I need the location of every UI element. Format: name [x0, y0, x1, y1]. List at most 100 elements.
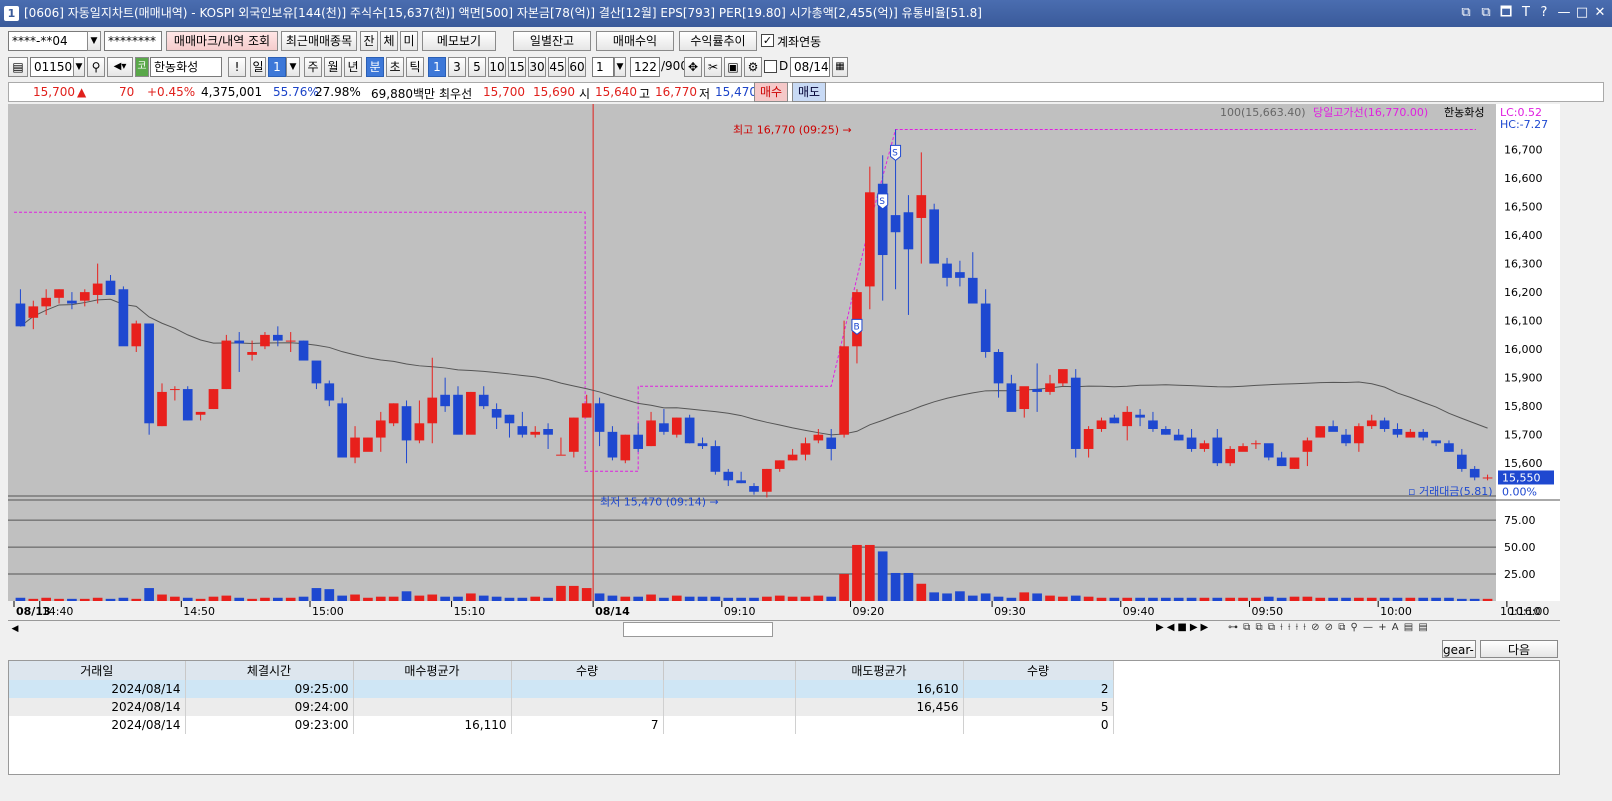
stock-name-label: 한농화성 [1444, 106, 1484, 119]
restore-icon[interactable]: ⧉ [1458, 5, 1474, 21]
interval-45[interactable]: 45 [548, 57, 566, 77]
scroll-thumb[interactable] [623, 622, 773, 637]
balance-button[interactable]: 잔 [360, 31, 378, 51]
trade-profit-button[interactable]: 매매수익 [596, 31, 674, 51]
volume-bar [1469, 598, 1480, 601]
volume-bar [684, 596, 695, 601]
close-icon[interactable]: ✕ [1592, 5, 1608, 21]
gear-icon[interactable]: gear-icon [1442, 640, 1476, 658]
alert-icon[interactable]: ! [228, 57, 246, 77]
copy-icon[interactable]: ⧉ [1478, 5, 1494, 21]
interval-10[interactable]: 10 [488, 57, 506, 77]
table-row[interactable]: 2024/08/14 09:23:00 16,110 7 0 [9, 716, 1114, 734]
help-icon[interactable]: ? [1536, 5, 1552, 21]
date-input[interactable]: 08/14 [790, 57, 830, 77]
recent-trades-button[interactable]: 최근매매종목 [281, 31, 357, 51]
cell-time: 09:25:00 [185, 680, 354, 698]
day-dropdown-icon[interactable]: ▼ [286, 57, 300, 77]
interval-5[interactable]: 5 [468, 57, 486, 77]
maximize-icon[interactable]: □ [1574, 5, 1590, 21]
candle-body [1006, 383, 1017, 412]
candle-body [195, 411, 206, 415]
chart-scrollbar[interactable]: ◀ ▶◀■▶▶ ⊶ ⧉ ⧉ ⧉ ⟊ ⟊ ⟊ ⟊ ⊘ ⊘ ⧉ ⚲ — + A ▤ … [8, 620, 1560, 638]
candle-body [491, 409, 502, 418]
date-checkbox[interactable] [764, 60, 777, 73]
period-month[interactable]: 월 [324, 57, 342, 77]
layout-icon[interactable]: ▤ [8, 57, 28, 77]
period-day-value[interactable]: 1 [268, 57, 286, 77]
volume-bar [723, 597, 734, 601]
buy-button[interactable]: 매수 [754, 82, 788, 102]
volume-bar [1225, 597, 1235, 601]
return-trend-button[interactable]: 수익률추이 [679, 31, 757, 51]
text-icon[interactable]: T [1518, 5, 1534, 21]
maximize-small-icon[interactable]: 🗖 [1498, 5, 1514, 21]
minimize-icon[interactable]: — [1556, 5, 1572, 21]
candle-body [28, 306, 39, 318]
calendar-icon[interactable]: ▦ [832, 57, 848, 77]
period-minute[interactable]: 분 [366, 57, 384, 77]
candle-body [1032, 389, 1042, 392]
volume-bar [543, 597, 553, 601]
volume-bar [363, 597, 373, 601]
candle-body [1469, 468, 1480, 478]
interval-15[interactable]: 15 [508, 57, 526, 77]
unfilled-button[interactable]: 미 [400, 31, 418, 51]
tools-icon[interactable]: ✂ [704, 57, 722, 77]
next-button[interactable]: 다음 [1480, 640, 1558, 658]
password-input[interactable]: ******** [104, 31, 162, 51]
candle-body [182, 389, 193, 421]
chart-area[interactable]: 75.00 50.00 25.00 16,700 16,600 16,500 16,400 1… [8, 104, 1560, 620]
open-price: 15,640 [595, 85, 637, 99]
low-price: 15,470 [715, 85, 757, 99]
trade-mark-button[interactable]: 매매마크/내역 조회 [166, 31, 278, 51]
candlestick-chart[interactable]: 75.00 50.00 25.00 16,700 16,600 16,500 16,400 1… [8, 104, 1560, 620]
stock-name-field[interactable]: 한농화성 [150, 57, 222, 77]
sound-icon[interactable]: ◀▾ [107, 57, 133, 77]
interval-30[interactable]: 30 [528, 57, 546, 77]
table-row[interactable]: 2024/08/14 09:25:00 16,610 2 [9, 680, 1114, 698]
cell-buy-avg [353, 698, 512, 716]
period-week[interactable]: 주 [304, 57, 322, 77]
period-year[interactable]: 년 [344, 57, 362, 77]
account-dropdown-icon[interactable]: ▼ [87, 31, 101, 51]
volume-bar [157, 594, 167, 601]
x-tick-label: 10:00 [1380, 605, 1412, 618]
table-row[interactable]: 2024/08/14 09:24:00 16,456 5 [9, 698, 1114, 716]
playback-controls-icon[interactable]: ▶◀■▶▶ [1156, 622, 1211, 633]
stock-code-input[interactable]: 011500 [30, 57, 74, 77]
current-price-label: 15,550 [1502, 471, 1541, 484]
crosshair-icon[interactable]: ✥ [684, 57, 702, 77]
memo-button[interactable]: 메모보기 [422, 31, 496, 51]
period-tick[interactable]: 틱 [406, 57, 424, 77]
settings-icon[interactable]: ⚙ [744, 57, 762, 77]
interval-count-input[interactable]: 1 [592, 57, 614, 77]
interval-60[interactable]: 60 [568, 57, 586, 77]
sell-button[interactable]: 매도 [792, 82, 826, 102]
period-day[interactable]: 일 [250, 57, 266, 77]
chart-tools-icon[interactable]: ⊶ ⧉ ⧉ ⧉ ⟊ ⟊ ⟊ ⟊ ⊘ ⊘ ⧉ ⚲ — + A ▤ ▤ [1228, 622, 1429, 633]
high-label: 고 [639, 87, 651, 101]
candle-body [697, 443, 708, 447]
x-tick-label: 15:10 [454, 605, 486, 618]
cell-empty [663, 716, 796, 734]
bar-count-input[interactable]: 122 [630, 57, 660, 77]
candle-body [260, 334, 270, 347]
filled-button[interactable]: 체 [380, 31, 398, 51]
interval-1[interactable]: 1 [428, 57, 446, 77]
search-icon[interactable]: ⚲ [87, 57, 105, 77]
interval-3[interactable]: 3 [448, 57, 466, 77]
period-second[interactable]: 초 [386, 57, 404, 77]
code-dropdown-icon[interactable]: ▼ [73, 57, 85, 77]
high-marker-label: 최고 16,770 (09:25) → [733, 124, 852, 137]
interval-dropdown-icon[interactable]: ▼ [614, 57, 626, 77]
volume-bar [414, 595, 425, 601]
save-icon[interactable]: ▣ [724, 57, 742, 77]
volume-bar [427, 594, 438, 601]
scroll-left-icon[interactable]: ◀ [8, 622, 22, 637]
account-link-checkbox[interactable]: ✓ [761, 34, 774, 47]
volume-bar [1096, 597, 1107, 601]
daily-balance-button[interactable]: 일별잔고 [513, 31, 591, 51]
volume-ratio: 55.76% [273, 85, 319, 99]
account-input[interactable]: ****-**04 [8, 31, 88, 51]
